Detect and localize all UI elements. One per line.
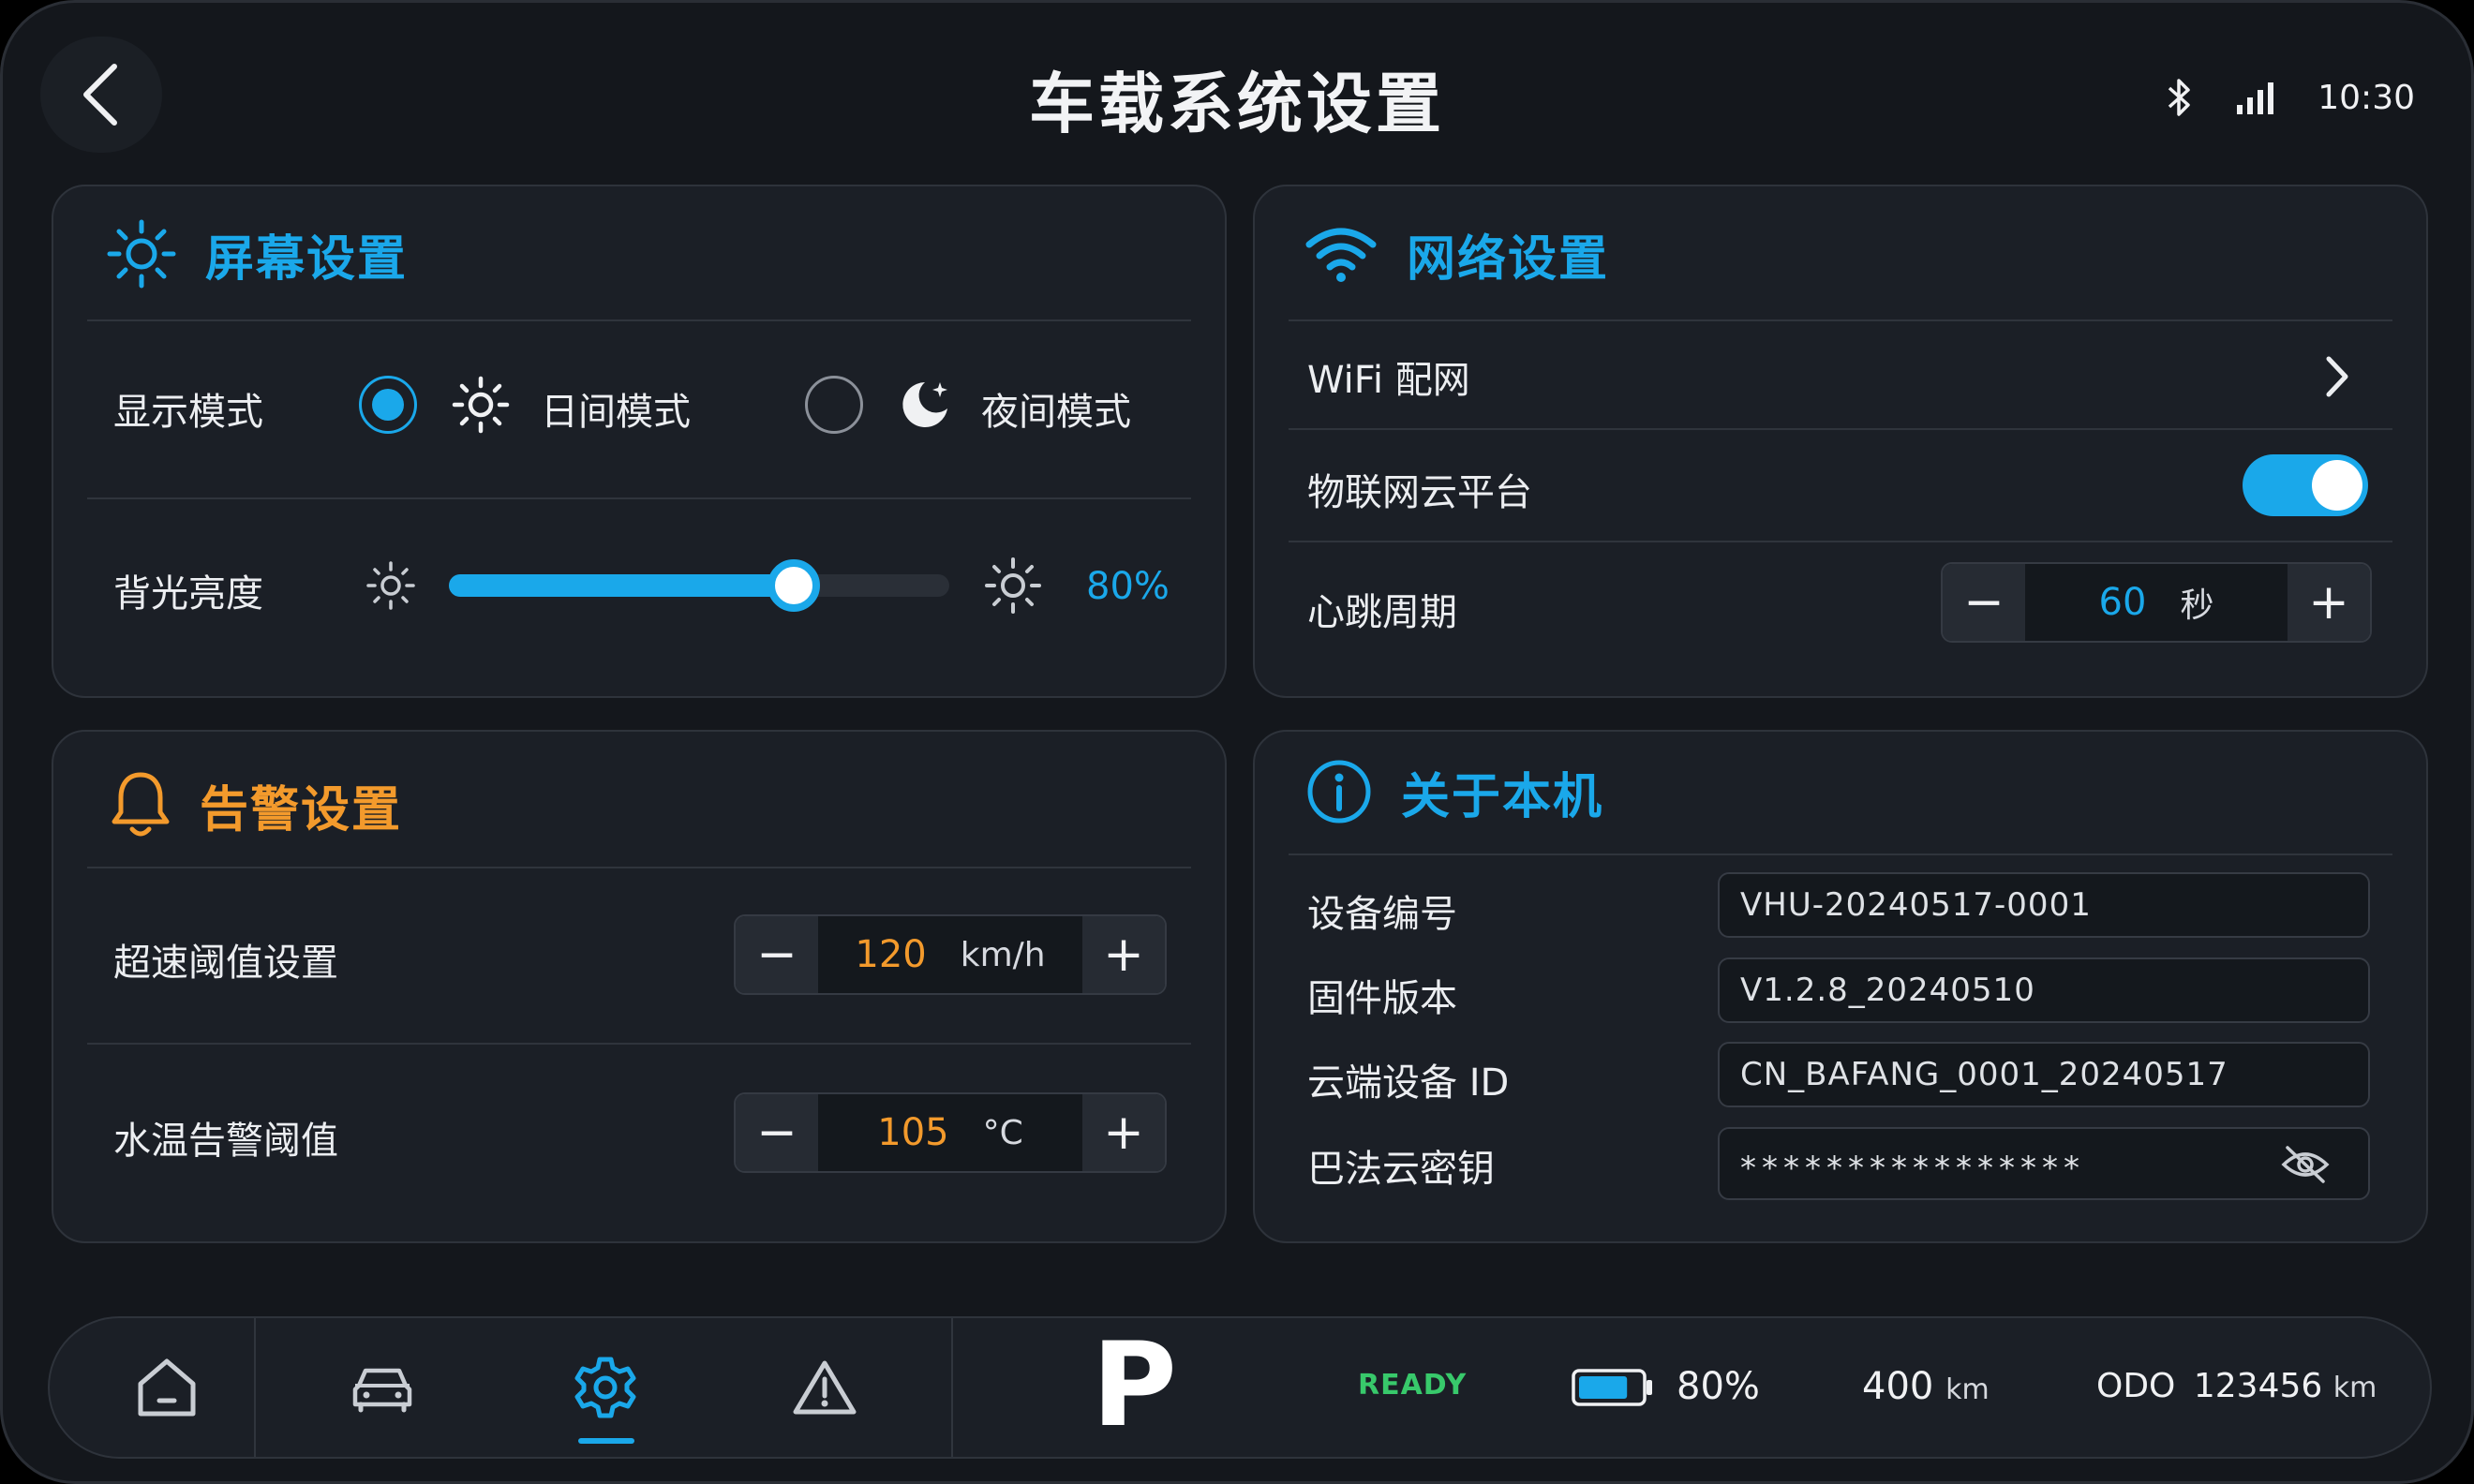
water-temp-decrease-button[interactable]: − <box>736 1094 818 1171</box>
heartbeat-increase-button[interactable]: + <box>2288 564 2370 641</box>
signal-icon <box>2237 82 2274 114</box>
day-mode-radio[interactable] <box>359 376 417 434</box>
cloud-key-label: 巴法云密钥 <box>1307 1148 1495 1191</box>
network-settings-header: 网络设置 <box>1304 186 1609 321</box>
backlight-slider[interactable] <box>449 559 949 612</box>
backlight-slider-fill <box>449 574 795 597</box>
heartbeat-value-box: 60 秒 <box>2025 564 2288 641</box>
screen-settings-header: 屏幕设置 <box>106 186 408 321</box>
backlight-label: 背光亮度 <box>113 572 263 616</box>
divider <box>87 319 1191 321</box>
bottom-bar: P READY 80% 400 km ODO 123456 km <box>48 1316 2432 1459</box>
water-temp-stepper: − 105 °C + <box>734 1092 1167 1173</box>
bluetooth-icon <box>2168 79 2190 116</box>
settings-icon <box>574 1357 636 1418</box>
heartbeat-unit: 秒 <box>2180 586 2214 625</box>
nav-home-button[interactable] <box>87 1318 246 1457</box>
iot-platform-label: 物联网云平台 <box>1307 471 1532 514</box>
divider <box>1289 428 2392 430</box>
nav-warning-button[interactable] <box>745 1318 904 1457</box>
overspeed-unit: km/h <box>960 935 1046 974</box>
sun-small-icon <box>452 376 510 434</box>
cloud-key-field: **************** <box>1718 1127 2370 1200</box>
clock: 10:30 <box>2318 78 2415 117</box>
wifi-icon <box>1305 228 1377 282</box>
info-icon <box>1307 760 1371 824</box>
divider <box>1289 319 2392 321</box>
gear-indicator: P <box>1092 1318 1177 1453</box>
screen-settings-title: 屏幕设置 <box>205 230 409 288</box>
wifi-config-row[interactable]: WiFi 配网 <box>1290 325 2391 428</box>
overspeed-label: 超速阈值设置 <box>113 942 338 985</box>
water-temp-unit: °C <box>982 1113 1023 1152</box>
heartbeat-stepper: − 60 秒 + <box>1941 562 2372 643</box>
chevron-right-icon <box>2326 356 2348 397</box>
firmware-field: V1.2.8_20240510 <box>1718 957 2370 1023</box>
nav-separator <box>254 1318 256 1457</box>
divider <box>1289 541 2392 542</box>
water-temp-increase-button[interactable]: + <box>1082 1094 1165 1171</box>
range-value: 400 <box>1862 1365 1934 1408</box>
alarm-settings-header: 告警设置 <box>110 737 402 872</box>
overspeed-increase-button[interactable]: + <box>1082 916 1165 993</box>
nav-vehicle-button[interactable] <box>303 1318 462 1457</box>
overspeed-stepper: − 120 km/h + <box>734 914 1167 995</box>
about-title: 关于本机 <box>1401 768 1604 825</box>
battery-icon <box>1572 1369 1652 1406</box>
divider <box>87 867 1191 868</box>
ready-indicator: READY <box>1358 1369 1468 1402</box>
home-icon <box>138 1358 196 1417</box>
overspeed-value: 120 <box>855 933 927 976</box>
device-id-label: 设备编号 <box>1307 893 1457 936</box>
backlight-value: 80% <box>1086 565 1170 608</box>
nav-settings-button[interactable] <box>526 1318 685 1457</box>
heartbeat-decrease-button[interactable]: − <box>1943 564 2025 641</box>
range-readout: 400 km <box>1862 1365 1990 1408</box>
water-temp-label: 水温告警阈值 <box>113 1120 338 1163</box>
warning-icon <box>793 1360 857 1415</box>
screen-settings-card: 屏幕设置 <box>52 185 1227 698</box>
status-area: 10:30 <box>2166 65 2415 130</box>
day-mode-label: 日间模式 <box>541 391 691 434</box>
device-id-field: VHU-20240517-0001 <box>1718 872 2370 938</box>
iot-platform-toggle[interactable] <box>2243 454 2368 516</box>
night-mode-label: 夜间模式 <box>981 391 1131 434</box>
page-title: 车载系统设置 <box>1029 66 1445 142</box>
car-icon <box>352 1368 412 1413</box>
water-temp-value: 105 <box>877 1111 949 1154</box>
odometer-readout: ODO 123456 km <box>2096 1367 2377 1405</box>
about-header: 关于本机 <box>1305 724 1603 859</box>
divider <box>1289 853 2392 855</box>
heartbeat-value: 60 <box>2098 581 2147 624</box>
alarm-settings-title: 告警设置 <box>200 781 403 838</box>
odometer-unit: km <box>2332 1372 2377 1404</box>
brightness-low-icon <box>366 561 415 610</box>
network-settings-title: 网络设置 <box>1407 230 1610 288</box>
brightness-high-icon <box>985 557 1041 614</box>
overspeed-decrease-button[interactable]: − <box>736 916 818 993</box>
night-mode-radio[interactable] <box>805 376 863 434</box>
overspeed-value-box: 120 km/h <box>818 916 1082 993</box>
divider <box>87 1043 1191 1045</box>
display-mode-label: 显示模式 <box>113 391 263 434</box>
cloud-device-id-field: CN_BAFANG_0001_20240517 <box>1718 1042 2370 1107</box>
nav-separator <box>951 1318 953 1457</box>
odometer-label: ODO <box>2096 1367 2176 1405</box>
water-temp-value-box: 105 °C <box>818 1094 1082 1171</box>
wifi-config-label: WiFi 配网 <box>1307 359 1470 402</box>
bell-icon <box>112 772 170 837</box>
odometer-value: 123456 <box>2193 1367 2323 1405</box>
sun-icon <box>107 219 176 289</box>
head-unit-screen: 车载系统设置 10:30 屏幕设置 显示模式 日间模式 夜间模式 背光亮度 80… <box>0 0 2474 1484</box>
eye-off-icon[interactable] <box>2280 1144 2331 1185</box>
divider <box>87 497 1191 499</box>
nav-active-indicator <box>578 1438 634 1444</box>
firmware-label: 固件版本 <box>1307 977 1457 1020</box>
battery-percent: 80% <box>1677 1365 1760 1408</box>
heartbeat-label: 心跳周期 <box>1307 591 1457 634</box>
range-unit: km <box>1945 1373 1990 1406</box>
moon-icon <box>902 382 947 427</box>
cloud-device-id-label: 云端设备 ID <box>1307 1061 1510 1105</box>
cloud-key-value: **************** <box>1740 1150 2085 1187</box>
